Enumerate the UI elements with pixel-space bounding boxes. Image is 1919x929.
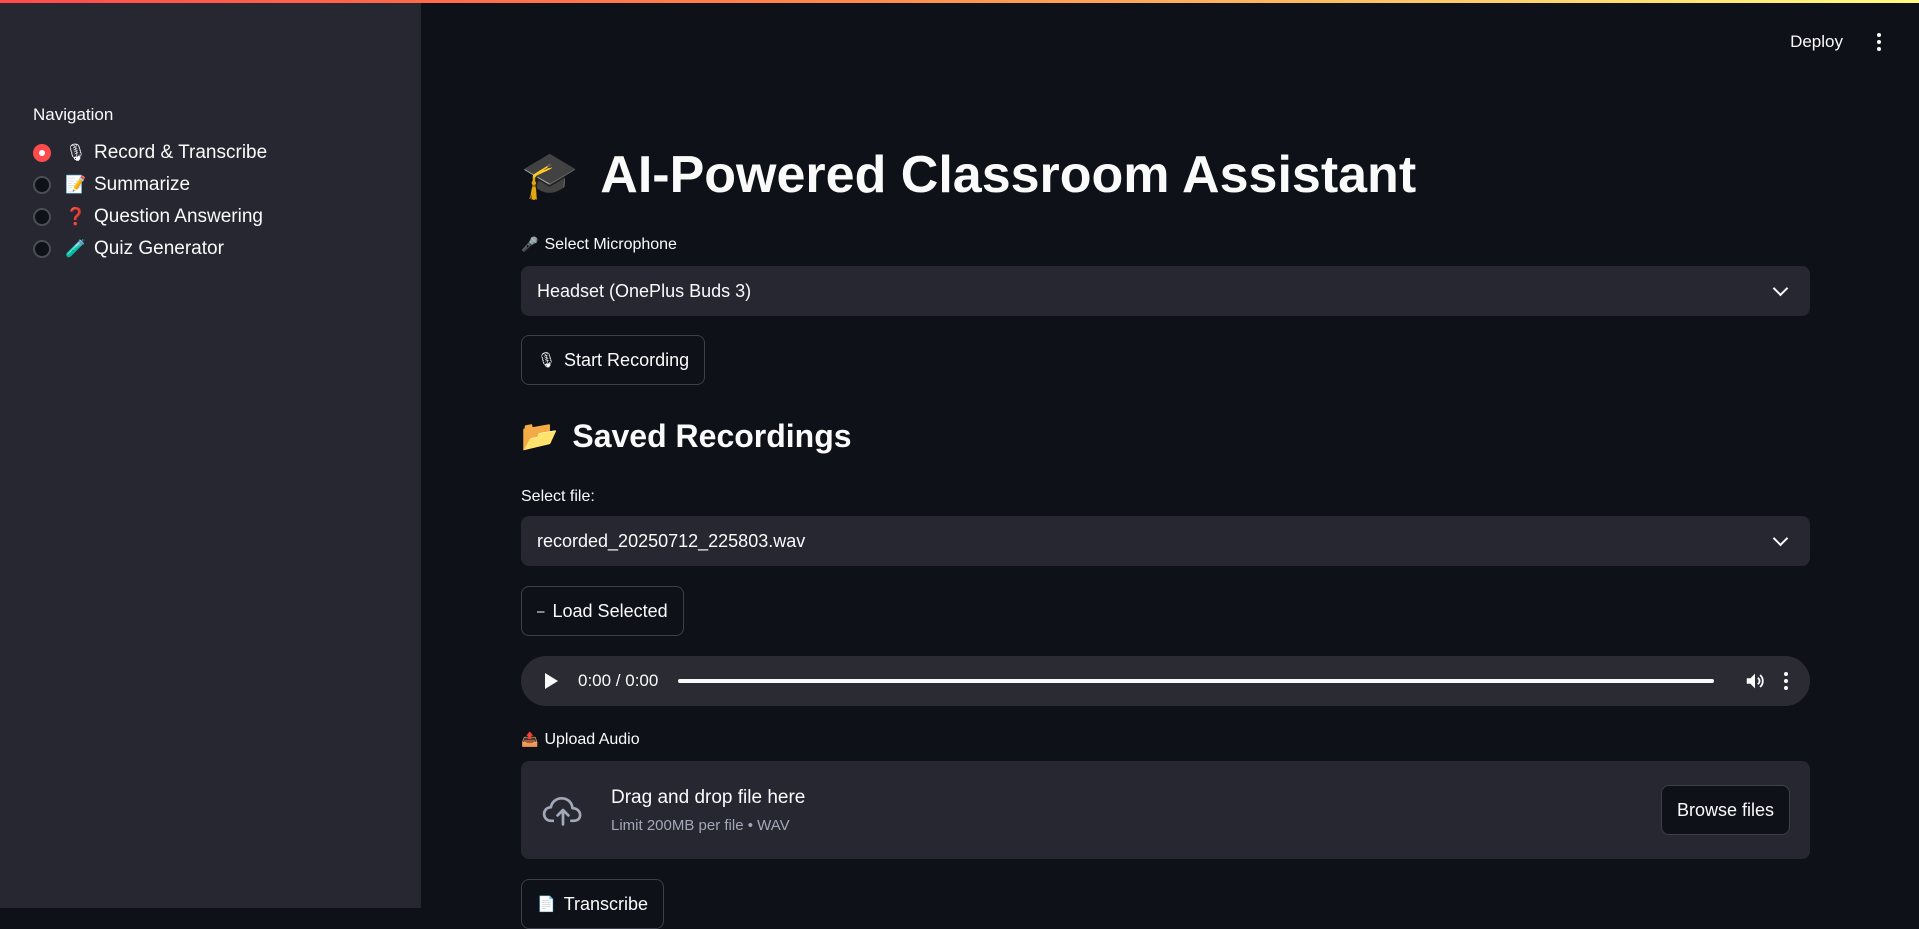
microphone-select[interactable]: Headset (OnePlus Buds 3) [521,266,1810,316]
volume-icon[interactable] [1744,670,1766,692]
microphone-icon: 🎤 [521,236,539,252]
play-icon[interactable] [545,673,558,689]
radio-selected-icon[interactable] [33,144,51,162]
page-title: 🎓 AI-Powered Classroom Assistant [521,145,1416,205]
radio-icon[interactable] [33,208,51,226]
more-options-icon[interactable] [1784,672,1788,690]
nav-item-label: Record & Transcribe [94,142,268,163]
audio-time: 0:00 / 0:00 [578,671,659,690]
graduation-cap-icon: 🎓 [521,148,579,201]
nav-item-label: Summarize [94,174,191,195]
dropzone-text: Drag and drop file here Limit 200MB per … [611,787,1661,834]
dropzone-title: Drag and drop file here [611,786,806,808]
deploy-button[interactable]: Deploy [1790,32,1843,52]
cloud-upload-icon [542,796,582,826]
chevron-down-icon [1772,280,1789,296]
start-recording-button[interactable]: 🎙 Start Recording [521,335,706,385]
main-menu-icon[interactable] [1871,33,1887,51]
saved-recordings-title: Saved Recordings [572,418,852,454]
select-file-label: Select file: [521,488,595,505]
file-select-value: recorded_20250712_225803.wav [537,530,806,551]
load-selected-label: Load Selected [552,600,668,621]
dropzone-limit: Limit 200MB per file • WAV [611,816,790,834]
chevron-down-icon [1772,530,1789,546]
nav-item-question-answering[interactable]: ❓ Question Answering [33,201,267,233]
browse-files-button[interactable]: Browse files [1660,785,1790,835]
nav-label: Navigation [33,105,114,124]
transcribe-button[interactable]: 📄 Transcribe [521,879,665,929]
nav-radio-group: 🎙 Record & Transcribe 📝 Summarize ❓ Ques… [33,137,267,265]
microphone-label: 🎤 Select Microphone [521,236,677,254]
transcribe-label: Transcribe [563,893,649,914]
load-selected-button[interactable]: ⎯ Load Selected [521,586,684,636]
outbox-icon: 📤 [521,731,539,747]
file-dropzone[interactable]: Drag and drop file here Limit 200MB per … [521,761,1810,859]
memo-icon: 📝 [65,175,87,194]
microphone-icon: 🎙 [537,352,557,369]
microphone-select-value: Headset (OnePlus Buds 3) [537,280,752,301]
audio-progress-slider[interactable] [678,679,1714,683]
radio-icon[interactable] [33,240,51,258]
page-title-text: AI-Powered Classroom Assistant [600,146,1417,204]
app-header-actions: Deploy [1790,32,1887,52]
nav-item-label: Quiz Generator [94,238,224,259]
nav-item-quiz-generator[interactable]: 🧪 Quiz Generator [33,233,267,265]
radio-icon[interactable] [33,176,51,194]
test-tube-icon: 🧪 [65,239,87,258]
nav-item-summarize[interactable]: 📝 Summarize [33,169,267,201]
audio-player: 0:00 / 0:00 [521,656,1810,706]
question-mark-icon: ❓ [65,207,87,226]
microphone-label-text: Select Microphone [544,236,677,253]
folder-icon: 📂 [521,420,559,453]
nav-item-record-transcribe[interactable]: 🎙 Record & Transcribe [33,137,267,169]
sidebar: Navigation 🎙 Record & Transcribe 📝 Summa… [0,0,421,908]
load-icon: ⎯ [537,602,545,620]
upload-audio-label: 📤 Upload Audio [521,731,640,749]
nav-item-label: Question Answering [94,206,263,227]
start-recording-label: Start Recording [564,349,690,370]
microphone-icon: 🎙 [65,143,87,162]
top-accent-bar [0,0,1919,3]
file-select[interactable]: recorded_20250712_225803.wav [521,516,1810,566]
document-icon: 📄 [537,896,556,913]
upload-audio-label-text: Upload Audio [544,731,640,748]
saved-recordings-heading: 📂 Saved Recordings [521,418,852,455]
